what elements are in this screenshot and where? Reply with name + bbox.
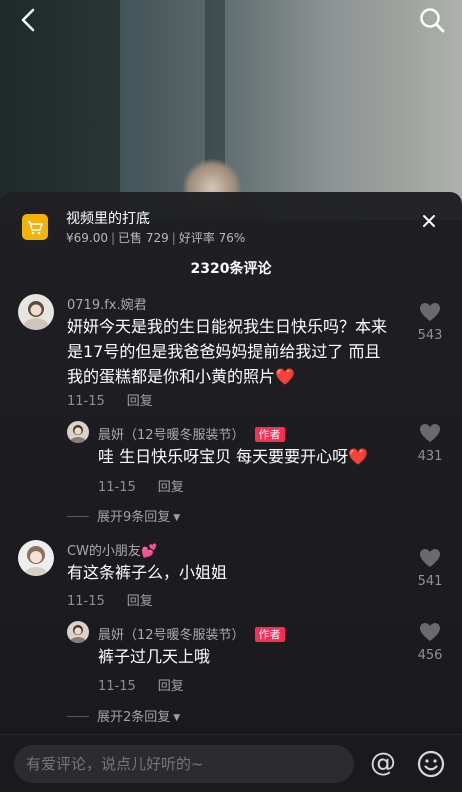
search-icon	[420, 8, 445, 33]
like-button[interactable]: 541	[412, 548, 448, 589]
heart-icon	[420, 549, 440, 567]
reply-text: 裤子过几天上哦	[98, 647, 211, 666]
reply-button[interactable]: 回复	[127, 594, 153, 609]
reply-button[interactable]: 回复	[158, 679, 184, 694]
product-title: 视频里的打底	[66, 211, 150, 227]
comment-date: 11-15	[67, 594, 105, 609]
product-rating: 好评率 76%	[178, 231, 246, 245]
top-bar	[0, 0, 462, 40]
heart-emoji: ❤️	[348, 447, 369, 466]
heart-icon	[420, 623, 440, 641]
comment-username[interactable]: CW的小朋友💕	[67, 540, 157, 559]
product-meta: ¥69.00 | 已售 729 | 好评率 76%	[66, 231, 246, 245]
expand-replies[interactable]: 展开2条回复 ▼	[67, 706, 180, 725]
heart-icon	[420, 303, 440, 321]
like-button[interactable]: 431	[412, 423, 448, 464]
chevron-left-icon	[21, 8, 35, 32]
avatar[interactable]	[18, 294, 54, 330]
like-button[interactable]: 456	[412, 622, 448, 663]
like-button[interactable]: 543	[412, 302, 448, 343]
avatar[interactable]	[67, 621, 89, 643]
reply-meta: 11-15 回复	[98, 476, 184, 495]
emoji-icon[interactable]	[416, 749, 446, 779]
reply-username: 晨妍（12号暖冬服装节） 作者	[98, 624, 285, 643]
reply-username: 晨妍（12号暖冬服装节） 作者	[98, 424, 285, 443]
comment-date: 11-15	[67, 394, 105, 409]
comment-input-bar: @	[0, 734, 462, 792]
author-badge: 作者	[254, 427, 285, 442]
reply-meta: 11-15 回复	[98, 675, 184, 694]
like-count: 431	[417, 449, 443, 464]
like-count: 543	[417, 328, 443, 343]
product-card[interactable]: 视频里的打底 ¥69.00 | 已售 729 | 好评率 76%	[22, 208, 442, 248]
back-button[interactable]	[14, 6, 42, 34]
reply-user-name[interactable]: 晨妍（12号暖冬服装节）	[98, 428, 245, 443]
comment-meta: 11-15 回复	[67, 590, 153, 609]
reply-button[interactable]: 回复	[158, 480, 184, 495]
cart-icon	[22, 214, 48, 240]
close-icon	[423, 215, 435, 227]
comment-username[interactable]: 0719.fx.婉君	[67, 294, 147, 313]
reply-date: 11-15	[98, 679, 136, 694]
comment-meta: 11-15 回复	[67, 390, 153, 409]
comment-text: 有这条裤子么，小姐姐	[67, 563, 228, 582]
comment-sheet: 视频里的打底 ¥69.00 | 已售 729 | 好评率 76% 2320条评论 071…	[0, 192, 462, 792]
like-count: 456	[417, 648, 443, 663]
product-price: ¥69.00	[66, 231, 108, 245]
close-button[interactable]	[416, 208, 442, 234]
product-sold: 已售 729	[118, 231, 169, 245]
comment-input[interactable]	[14, 745, 354, 783]
like-count: 541	[417, 574, 443, 589]
reply-button[interactable]: 回复	[127, 394, 153, 409]
expand-replies[interactable]: 展开9条回复 ▼	[67, 506, 180, 525]
reply-text: 哇 生日快乐呀宝贝 每天要要开心呀❤️	[98, 447, 369, 466]
comment-text: 妍妍今天是我的生日能祝我生日快乐吗？本来是17号的但是我爸爸妈妈提前给我过了 而…	[67, 317, 388, 386]
author-badge: 作者	[254, 627, 285, 642]
heart-emoji: 💕	[140, 544, 158, 559]
avatar[interactable]	[67, 421, 89, 443]
comment-count: 2320条评论	[190, 261, 272, 277]
reply-user-name[interactable]: 晨妍（12号暖冬服装节）	[98, 628, 245, 643]
avatar[interactable]	[18, 540, 54, 576]
heart-emoji: ❤️	[275, 367, 295, 386]
search-button[interactable]	[418, 6, 446, 34]
at-icon[interactable]: @	[368, 749, 398, 779]
heart-icon	[420, 424, 440, 442]
reply-date: 11-15	[98, 480, 136, 495]
